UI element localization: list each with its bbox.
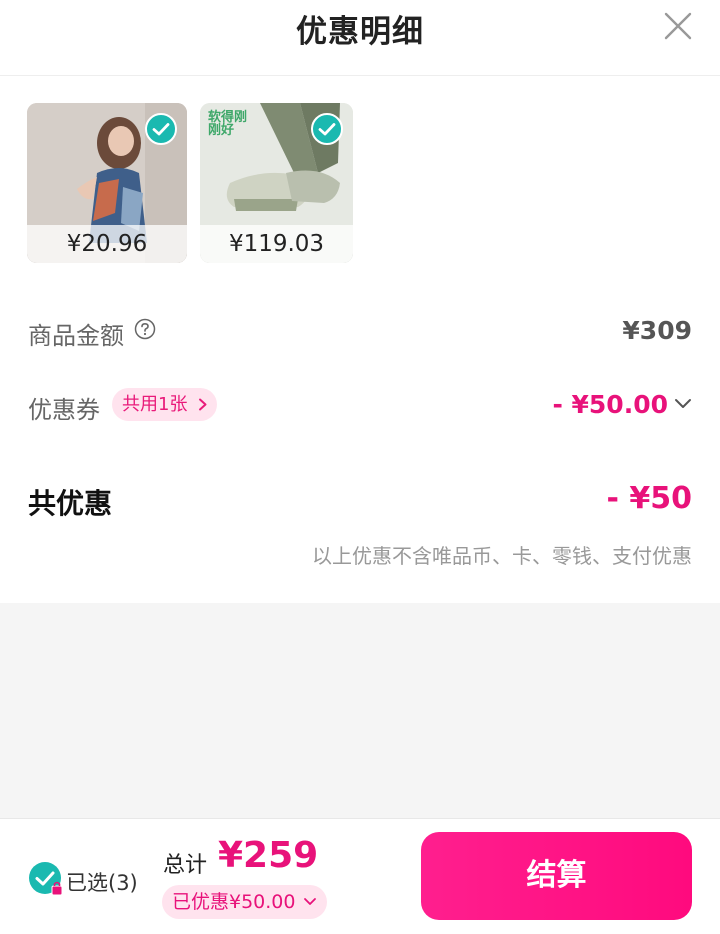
goods-amount-label: 商品金额 bbox=[28, 322, 124, 350]
product-price: ¥20.96 bbox=[27, 225, 187, 263]
saved-amount-pill[interactable]: 已优惠¥50.00 bbox=[162, 885, 328, 919]
selected-check-icon[interactable] bbox=[311, 113, 343, 145]
selected-count: 已选(3) bbox=[66, 871, 138, 895]
product-thumbnail[interactable]: ¥20.96 bbox=[27, 103, 187, 263]
goods-amount-value: ¥309 bbox=[622, 316, 692, 345]
sheet-header: 优惠明细 bbox=[0, 0, 720, 76]
saved-amount-text: 已优惠¥50.00 bbox=[172, 891, 296, 913]
total-discount-label: 共优惠 bbox=[28, 487, 113, 520]
total-value: ¥259 bbox=[218, 835, 319, 876]
chevron-down-icon[interactable] bbox=[674, 398, 692, 410]
help-icon[interactable] bbox=[134, 318, 156, 340]
total-label: 总计 bbox=[163, 853, 208, 878]
discount-note: 以上优惠不含唯品币、卡、零钱、支付优惠 bbox=[312, 544, 692, 568]
product-thumbnail[interactable]: 软得刚刚好 ¥119.03 bbox=[200, 103, 353, 263]
total-discount-row: 共优惠 - ¥50 bbox=[28, 481, 692, 522]
product-price: ¥119.03 bbox=[200, 225, 353, 263]
sheet-title: 优惠明细 bbox=[296, 14, 424, 50]
chevron-down-icon bbox=[304, 898, 317, 905]
coupon-label: 优惠券 bbox=[28, 396, 100, 424]
coupon-count-tag[interactable]: 共用1张 bbox=[112, 388, 218, 421]
checkout-bar: 已选(3) 总计 ¥259 已优惠¥50.00 结算 bbox=[0, 818, 720, 934]
coupon-value: - ¥50.00 bbox=[552, 390, 668, 419]
checkout-button[interactable]: 结算 bbox=[421, 832, 692, 920]
coupon-row[interactable]: 优惠券 共用1张 - ¥50.00 bbox=[28, 388, 692, 424]
select-all-check-icon[interactable] bbox=[28, 861, 64, 897]
brand-logo-text: 软得刚刚好 bbox=[208, 110, 248, 138]
close-icon[interactable] bbox=[664, 12, 692, 40]
chevron-right-icon bbox=[199, 398, 207, 411]
total-discount-value: - ¥50 bbox=[606, 481, 692, 516]
discount-detail-sheet: 优惠明细 ¥20.96 软得刚刚好 ¥119.03 商品金额 ¥309 优惠券 … bbox=[0, 0, 720, 603]
coupon-count-text: 共用1张 bbox=[122, 394, 188, 415]
goods-amount-row: 商品金额 ¥309 bbox=[28, 316, 692, 350]
selected-check-icon[interactable] bbox=[145, 113, 177, 145]
